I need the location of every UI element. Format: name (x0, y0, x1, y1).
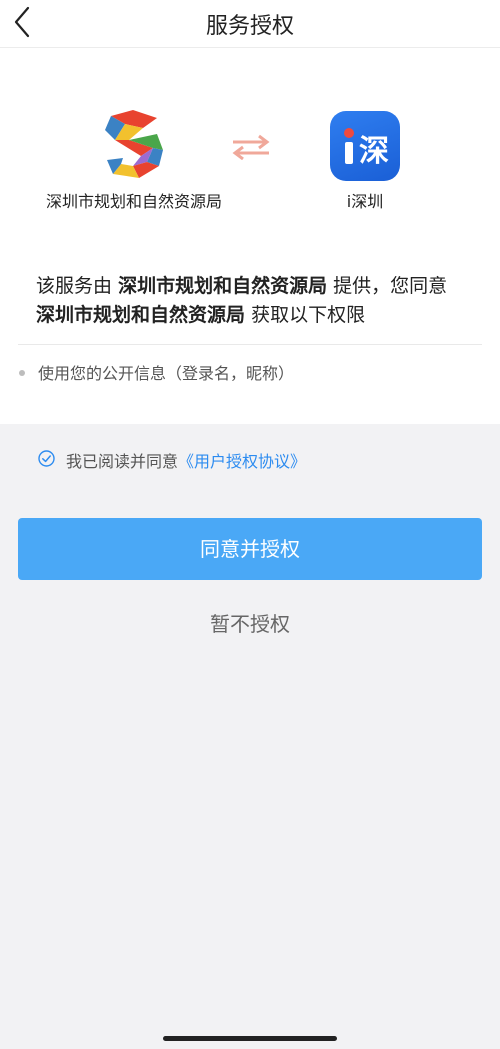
permission-item: 使用您的公开信息（登录名，昵称） (38, 364, 295, 383)
svg-text:深: 深 (359, 134, 389, 169)
planning-bureau-logo-icon (105, 110, 163, 178)
authorization-card: 深圳市规划和自然资源局 深 i深圳 该服务由 深圳市规划和自然资源局 提供，您同… (0, 48, 500, 424)
provider-name: 深圳市规划和自然资源局 (45, 192, 222, 211)
top-bar: 服务授权 (0, 0, 500, 48)
decline-button[interactable]: 暂不授权 (0, 608, 500, 637)
agree-button[interactable]: 同意并授权 (18, 518, 482, 580)
ishenzhen-logo-icon: 深 (330, 111, 400, 181)
agreement-text: 我已阅读并同意《用户授权协议》 (66, 452, 307, 471)
page-title: 服务授权 (205, 14, 294, 39)
swap-arrows-icon (232, 134, 270, 160)
permission-description: 该服务由 深圳市规划和自然资源局 提供，您同意 深圳市规划和自然资源局 获取以下… (36, 275, 448, 326)
home-indicator (163, 1036, 337, 1041)
bullet-icon (19, 370, 25, 376)
check-circle-icon[interactable] (38, 450, 55, 467)
user-agreement-link[interactable]: 《用户授权协议》 (178, 452, 306, 471)
app-name: i深圳 (346, 192, 384, 211)
divider (18, 344, 482, 345)
